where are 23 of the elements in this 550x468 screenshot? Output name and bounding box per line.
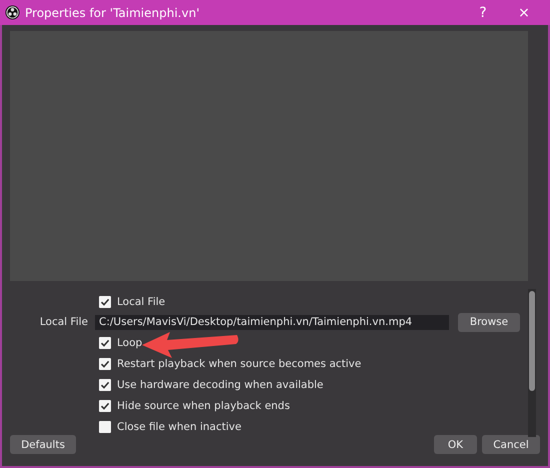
checkbox-label: Hide source when playback ends: [117, 400, 290, 412]
checkbox-label: Restart playback when source becomes active: [117, 358, 362, 370]
field-label: Local File: [38, 316, 89, 328]
checkbox[interactable]: [99, 296, 111, 308]
checkbox[interactable]: [99, 400, 111, 412]
scrollbar[interactable]: [528, 289, 536, 437]
checkbox-label: Close file when inactive: [117, 420, 242, 432]
cancel-button[interactable]: Cancel: [482, 435, 540, 454]
checkbox[interactable]: [99, 378, 111, 390]
ok-button[interactable]: OK: [434, 435, 477, 454]
file-path-field[interactable]: C:/Users/MavisVi/Desktop/taimienphi.vn/Taimienphi.vn.mp4: [95, 314, 449, 330]
app-logo-icon: [5, 5, 20, 20]
checkbox[interactable]: [99, 336, 111, 348]
browse-button[interactable]: Browse: [458, 312, 520, 332]
checkbox[interactable]: [99, 358, 111, 370]
checkbox[interactable]: [99, 420, 111, 432]
checkbox-label: Loop: [117, 336, 142, 348]
checkbox-label: Use hardware decoding when available: [117, 378, 324, 390]
window-title: Properties for 'Taimienphi.vn': [25, 6, 200, 20]
checkbox-label: Local File: [117, 296, 166, 308]
close-button[interactable]: ×: [506, 4, 542, 20]
defaults-button[interactable]: Defaults: [10, 435, 76, 454]
help-button[interactable]: ?: [465, 4, 501, 20]
